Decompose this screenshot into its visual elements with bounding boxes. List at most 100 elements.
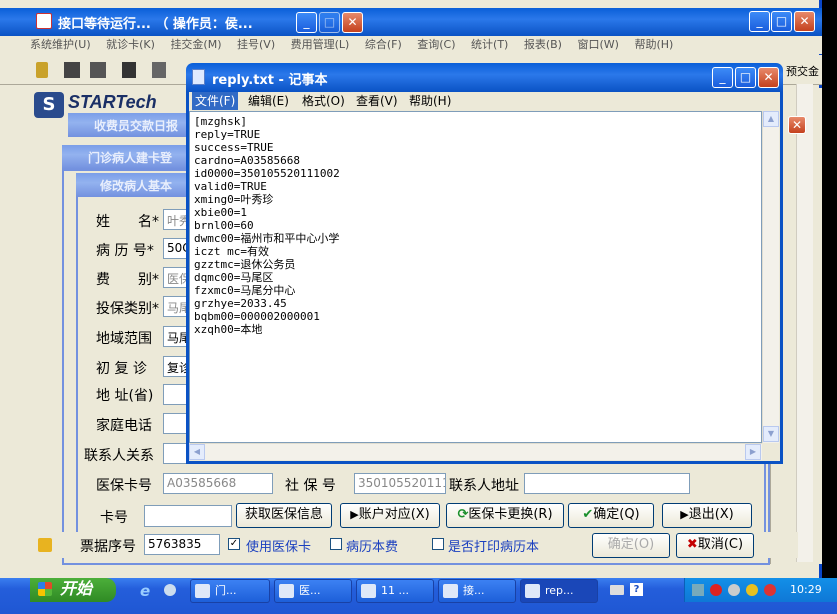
notepad-menu-help[interactable]: 帮助(H): [409, 92, 451, 110]
antivirus-icon[interactable]: [710, 584, 722, 596]
check-icon: ✔: [582, 507, 594, 522]
cashier-close-button[interactable]: ✕: [788, 116, 806, 134]
scroll-right-arrow-icon[interactable]: ▶: [745, 444, 761, 460]
taskbar-item-label: 门...: [215, 584, 237, 597]
notepad-line: cardno=A03585668: [194, 154, 300, 167]
update-icon[interactable]: [746, 584, 758, 596]
notepad-hscroll[interactable]: ◀ ▶: [189, 443, 762, 460]
interface-close-button[interactable]: ✕: [342, 12, 363, 33]
grid-icon[interactable]: [152, 62, 166, 78]
notepad-line: id0000=350105520111002: [194, 167, 340, 180]
menu-fee[interactable]: 费用管理(L): [291, 36, 350, 53]
menu-report[interactable]: 报表(B): [524, 36, 562, 53]
scroll-up-arrow-icon[interactable]: ▲: [763, 111, 779, 127]
interface-window-title-text: 接口等待运行... （ 操作员：侯...: [58, 17, 253, 32]
main-menu-bar: 系统维护(U) 就诊卡(K) 挂交金(M) 挂号(V) 费用管理(L) 综合(F…: [0, 36, 822, 54]
toolbar-right-label[interactable]: 预交金: [786, 63, 819, 79]
main-maximize-button[interactable]: □: [771, 11, 792, 32]
window-icon[interactable]: [90, 62, 106, 78]
ticket-field[interactable]: 5763835: [144, 534, 220, 555]
contact-addr-field[interactable]: [524, 473, 690, 494]
scroll-left-arrow-icon[interactable]: ◀: [189, 444, 205, 460]
outpatient-title-text: 门诊病人建卡登: [88, 151, 173, 165]
address-label: 地 址(省): [96, 388, 154, 404]
volume-icon[interactable]: [728, 584, 740, 596]
login-icon[interactable]: [64, 62, 80, 78]
main-scrollbar[interactable]: [796, 84, 813, 562]
card-field[interactable]: A03585668: [163, 473, 273, 494]
notepad-menu-edit[interactable]: 编辑(E): [248, 92, 289, 110]
menu-stats[interactable]: 统计(T): [471, 36, 508, 53]
notepad-task-icon: [525, 584, 540, 598]
help-icon[interactable]: ?: [630, 583, 643, 596]
notepad-minimize-button[interactable]: _: [712, 67, 733, 88]
notepad-line: reply=TRUE: [194, 128, 261, 141]
notepad-menu-view[interactable]: 查看(V): [356, 92, 398, 110]
interface-maximize-button[interactable]: □: [319, 12, 340, 33]
exit-button[interactable]: ▶退出(X): [662, 503, 752, 528]
bottom-window-icon: [38, 538, 52, 552]
notepad-line: dwmc00=福州市和平中心小学: [194, 232, 340, 245]
cardno-field[interactable]: [144, 505, 232, 527]
insurance-card-swap-button[interactable]: ⟳医保卡更换(R): [446, 503, 564, 528]
account-match-button[interactable]: ▶账户对应(X): [340, 503, 440, 528]
back-cancel-button[interactable]: ✖取消(C): [676, 533, 754, 558]
menu-card[interactable]: 就诊卡(K): [106, 36, 155, 53]
menu-register[interactable]: 挂号(V): [237, 36, 275, 53]
ie-quicklaunch-icon[interactable]: e: [140, 582, 150, 600]
notepad-text-area[interactable]: [mzghsk] reply=TRUE success=TRUE cardno=…: [189, 111, 762, 443]
print-record-checkbox[interactable]: [432, 538, 444, 550]
record-book-checkbox[interactable]: [330, 538, 342, 550]
confirm-button[interactable]: ✔确定(Q): [568, 503, 654, 528]
taskbar-item-label: rep...: [545, 584, 574, 597]
taskbar-item-11[interactable]: 11 ...: [356, 579, 434, 603]
network-icon[interactable]: [692, 584, 704, 596]
menu-query[interactable]: 查询(C): [417, 36, 455, 53]
ticket-label: 票据序号: [80, 539, 136, 555]
back-confirm-button[interactable]: 确定(O): [592, 533, 670, 558]
scroll-down-arrow-icon[interactable]: ▼: [763, 426, 779, 442]
main-close-button[interactable]: ✕: [794, 11, 815, 32]
taskbar-item-insurance[interactable]: 医...: [274, 579, 352, 603]
social-label: 社 保 号: [285, 478, 336, 494]
book-icon[interactable]: [122, 62, 136, 78]
menu-general[interactable]: 综合(F): [365, 36, 402, 53]
menu-window[interactable]: 窗口(W): [577, 36, 618, 53]
exit-label: 退出(X): [688, 507, 734, 522]
notepad-title-text: reply.txt - 记事本: [212, 73, 328, 88]
notepad-line: fzxmc0=马尾分中心: [194, 284, 296, 297]
menu-prepay[interactable]: 挂交金(M): [170, 36, 221, 53]
cashier-title-text: 收费员交款日报: [94, 119, 179, 133]
interface-minimize-button[interactable]: _: [296, 12, 317, 33]
notepad-close-button[interactable]: ✕: [758, 67, 779, 88]
use-insurance-checkbox[interactable]: ✓: [228, 538, 240, 550]
main-minimize-button[interactable]: _: [749, 11, 770, 32]
notepad-menu-file[interactable]: 文件(F): [192, 92, 239, 110]
taskbar-item-label: 接...: [463, 584, 485, 597]
menu-system[interactable]: 系统维护(U): [30, 36, 91, 53]
stop-icon[interactable]: [764, 584, 776, 596]
taskbar-item-interface[interactable]: 接...: [438, 579, 516, 603]
taskbar-item-reply[interactable]: rep...: [520, 579, 598, 603]
card-label: 医保卡号: [96, 478, 152, 494]
back-cancel-label: 取消(C): [697, 537, 744, 552]
swap-label: 医保卡更换(R): [468, 507, 553, 522]
account-match-label: 账户对应(X): [358, 507, 430, 522]
social-field[interactable]: 350105520111: [354, 473, 446, 494]
windows-logo-icon: [38, 582, 52, 596]
desktop-quicklaunch-icon[interactable]: [164, 584, 176, 596]
taskbar-item-outpatient[interactable]: 门...: [190, 579, 270, 603]
notepad-vscroll[interactable]: ▲ ▼: [762, 111, 779, 443]
notepad-maximize-button[interactable]: □: [735, 67, 756, 88]
interface-window-icon: [36, 13, 52, 29]
start-label: 开始: [60, 579, 93, 598]
key-icon[interactable]: [36, 62, 48, 78]
menu-help[interactable]: 帮助(H): [634, 36, 673, 53]
account-icon: ▶: [350, 508, 359, 521]
notepad-line: [mzghsk]: [194, 115, 247, 128]
clock[interactable]: 10:29: [790, 583, 822, 596]
keyboard-icon[interactable]: [610, 585, 624, 595]
start-button[interactable]: 开始: [30, 578, 116, 602]
notepad-menu-format[interactable]: 格式(O): [302, 92, 345, 110]
get-insurance-info-button[interactable]: 获取医保信息: [236, 503, 332, 528]
